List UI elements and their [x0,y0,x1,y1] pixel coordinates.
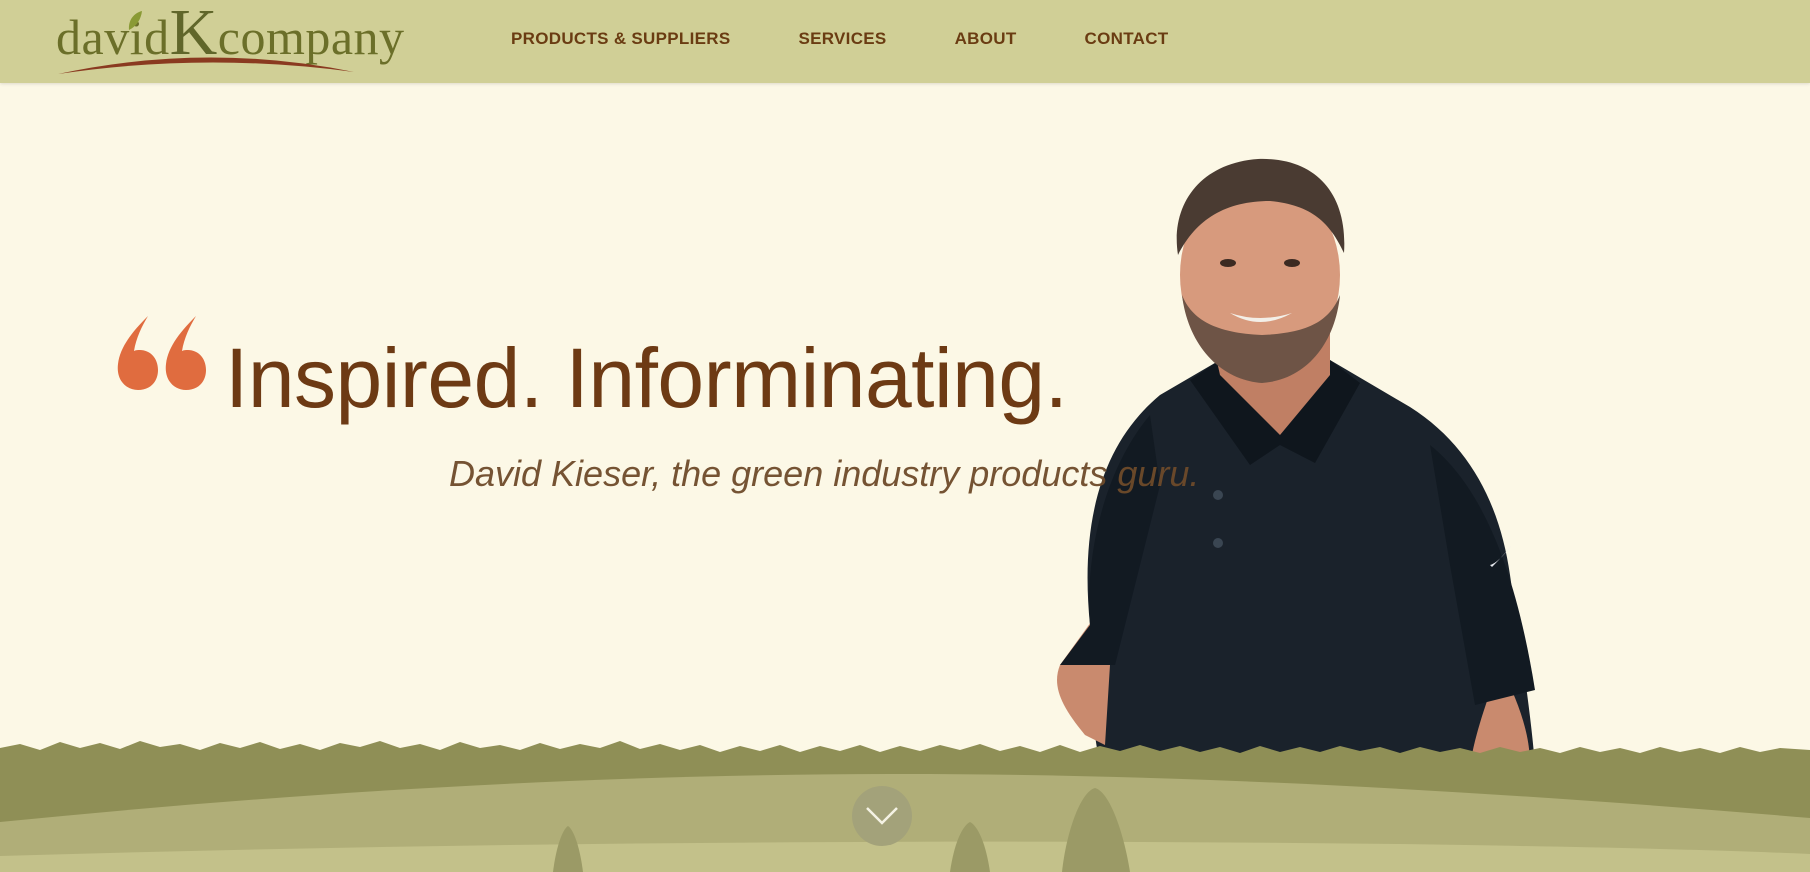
main-nav: PRODUCTS & SUPPLIERS SERVICES ABOUT CONT… [511,28,1236,52]
logo[interactable]: davidKcompany [56,0,404,76]
hero-subline: David Kieser, the green industry product… [449,453,1200,494]
chevron-down-icon [866,807,898,825]
nav-about[interactable]: ABOUT [955,28,1017,52]
scroll-down-button[interactable] [852,786,912,846]
logo-swoosh [58,57,354,74]
nav-contact[interactable]: CONTACT [1085,28,1169,52]
leaf-icon [128,11,142,30]
nav-services[interactable]: SERVICES [798,28,886,52]
nav-products-suppliers[interactable]: PRODUCTS & SUPPLIERS [511,28,730,52]
open-quote-icon [117,316,206,390]
hero-headline: Inspired. Informinating. [225,331,1068,425]
site-header: davidKcompany PRODUCTS & SUPPLIERS SERVI… [0,0,1810,83]
